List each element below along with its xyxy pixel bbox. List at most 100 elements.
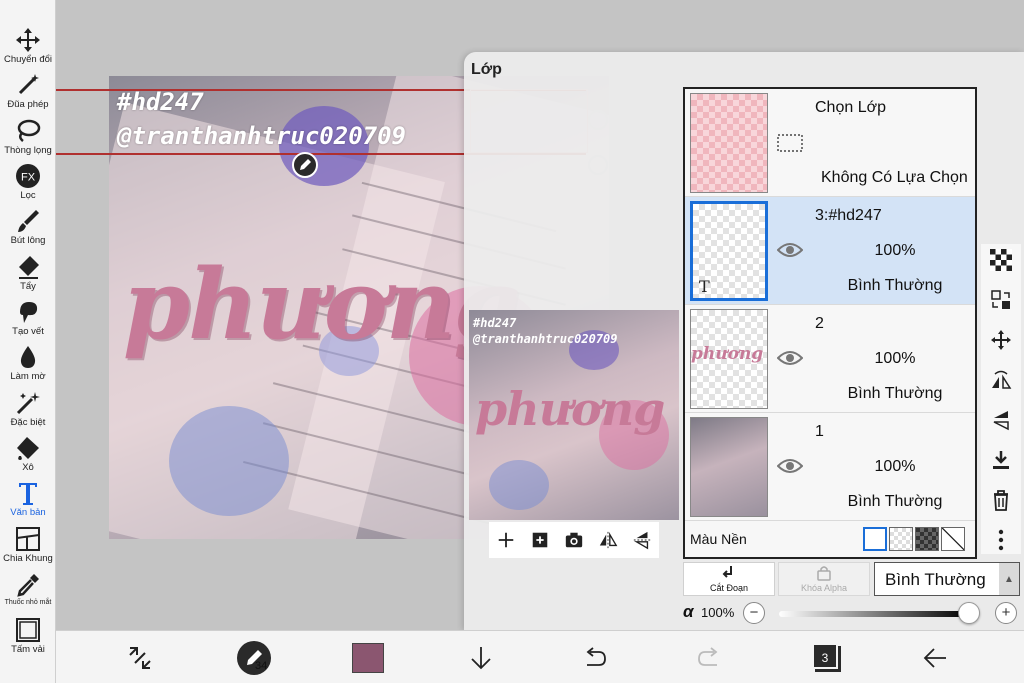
layer-1-thumbnail	[690, 417, 768, 517]
tool-lasso[interactable]: Thòng lọng	[0, 117, 56, 156]
preview-watermark-line1: #hd247	[473, 316, 517, 330]
tool-frame-divider-label: Chia Khung	[3, 553, 53, 564]
redo-button[interactable]	[692, 641, 726, 675]
layer-row-1[interactable]: 1 100% Bình Thường	[685, 413, 975, 521]
eye-icon[interactable]	[777, 349, 803, 367]
arrow-down-icon	[471, 647, 491, 670]
undo-button[interactable]	[578, 641, 612, 675]
tool-eyedropper-label: Thuốc nhỏ mắt	[4, 599, 52, 606]
alpha-lock-button[interactable]: Khóa Alpha	[778, 562, 870, 596]
tool-smudge[interactable]: Tạo vết	[0, 298, 56, 337]
blend-mode-select[interactable]: Bình Thường ▲	[874, 562, 1020, 596]
transform-arrows-icon	[129, 647, 151, 669]
bg-none-swatch[interactable]	[941, 527, 965, 551]
selection-layer-title: Chọn Lớp	[815, 99, 886, 116]
preview-script-text: phương	[475, 382, 665, 436]
bg-white-swatch[interactable]	[863, 527, 887, 551]
selection-layer-row[interactable]: Chọn Lớp Không Có Lựa Chọn	[685, 89, 975, 197]
layer-row-2[interactable]: phương 2 100% Bình Thường	[685, 305, 975, 413]
tool-text[interactable]: Văn bản	[0, 479, 56, 518]
move-layer-button[interactable]	[989, 328, 1013, 352]
tool-eyedropper[interactable]: Thuốc nhỏ mắt	[0, 571, 56, 606]
tool-filter[interactable]: FX Lọc	[0, 162, 56, 201]
eyedropper-icon	[17, 574, 39, 597]
tool-blur-label: Làm mờ	[10, 371, 46, 382]
lasso-icon	[17, 119, 41, 142]
layer-row-3[interactable]: T 3:#hd247 100% Bình Thường	[685, 197, 975, 305]
import-down-button[interactable]	[464, 641, 498, 675]
tool-text-label: Văn bản	[10, 507, 46, 518]
pencil-icon	[300, 159, 311, 170]
blur-drop-icon	[20, 346, 36, 368]
opacity-increase-button[interactable]: +	[995, 602, 1017, 624]
blue-flowers	[169, 406, 289, 516]
swap-layer-icon	[991, 290, 1010, 309]
current-color-swatch[interactable]	[352, 643, 384, 673]
quick-transform-button[interactable]	[123, 641, 157, 675]
opacity-decrease-button[interactable]: −	[743, 602, 765, 624]
move-icon	[991, 330, 1011, 350]
more-options-button[interactable]	[989, 528, 1013, 552]
opacity-slider-knob[interactable]	[958, 602, 980, 624]
alpha-lock-icon	[817, 566, 831, 581]
tool-blur[interactable]: Làm mờ	[0, 343, 56, 382]
canvas-icon	[16, 618, 40, 642]
flip-vertical-button[interactable]	[631, 529, 653, 551]
flip-vertical-icon	[633, 531, 651, 550]
bg-transparent-swatch[interactable]	[889, 527, 913, 551]
layer-2-name: 2	[815, 315, 824, 332]
delete-layer-button[interactable]	[989, 488, 1013, 512]
tool-magic-wand[interactable]: Đũa phép	[0, 71, 56, 110]
tool-brush[interactable]: Bút lông	[0, 207, 56, 246]
add-layer-button[interactable]	[495, 529, 517, 551]
layer-panel-title: Lớp	[471, 61, 502, 78]
opacity-slider[interactable]	[779, 611, 969, 617]
text-edit-handle[interactable]	[292, 152, 318, 178]
layer-2-blend: Bình Thường	[847, 385, 943, 402]
tool-filter-label: Lọc	[20, 190, 36, 201]
back-button[interactable]	[918, 641, 952, 675]
plus-icon	[498, 532, 514, 548]
rotate-flip-button[interactable]	[989, 368, 1013, 392]
eye-icon[interactable]	[777, 457, 803, 475]
checkerboard-icon	[990, 249, 1012, 271]
bg-dark-swatch[interactable]	[915, 527, 939, 551]
tool-special[interactable]: Đặc biệt	[0, 389, 56, 428]
tool-brush-label: Bút lông	[10, 235, 46, 246]
alpha-symbol: α	[683, 602, 694, 621]
camera-icon	[565, 532, 583, 548]
clipping-button[interactable]: Cắt Đoạn	[683, 562, 775, 596]
merge-down-button[interactable]	[989, 448, 1013, 472]
camera-button[interactable]	[563, 529, 585, 551]
tool-frame-divider[interactable]: Chia Khung	[0, 525, 56, 564]
flip-vertical-layer-button[interactable]	[989, 408, 1013, 432]
layer-preview[interactable]: #hd247 @tranthanhtruc020709 phương	[469, 310, 679, 520]
preview-watermark-line2: @tranthanhtruc020709	[473, 332, 618, 346]
eye-icon[interactable]	[777, 241, 803, 259]
text-tool-icon	[19, 483, 37, 505]
tool-bucket-label: Xô	[22, 462, 34, 473]
tool-move[interactable]: Chuyển đổi	[0, 26, 56, 65]
layer-3-blend: Bình Thường	[847, 277, 943, 294]
clipping-label: Cắt Đoạn	[709, 583, 749, 593]
redo-icon	[698, 647, 718, 666]
tool-bucket[interactable]: Xô	[0, 434, 56, 473]
duplicate-layer-button[interactable]	[529, 529, 551, 551]
layer-3-opacity: 100%	[874, 242, 916, 259]
more-vertical-icon	[998, 529, 1004, 551]
magic-wand-icon	[18, 74, 39, 95]
canvas-script-text: phương	[123, 248, 521, 361]
flip-horizontal-button[interactable]	[597, 529, 619, 551]
tool-eraser[interactable]: Tẩy	[0, 253, 56, 292]
background-color-row: Màu Nền	[685, 521, 975, 557]
flip-horizontal-icon	[599, 531, 618, 549]
tool-canvas[interactable]: Tấm vải	[0, 616, 56, 655]
checker-fill-button[interactable]	[989, 248, 1013, 272]
layers-button[interactable]: 3	[812, 643, 838, 669]
opacity-row: α 100% − +	[683, 600, 1023, 626]
transfer-layer-button[interactable]	[989, 288, 1013, 312]
preview-toolbar	[489, 522, 659, 558]
smudge-icon	[20, 302, 38, 323]
tool-lasso-label: Thòng lọng	[4, 145, 52, 156]
selection-status: Không Có Lựa Chọn	[821, 169, 968, 186]
